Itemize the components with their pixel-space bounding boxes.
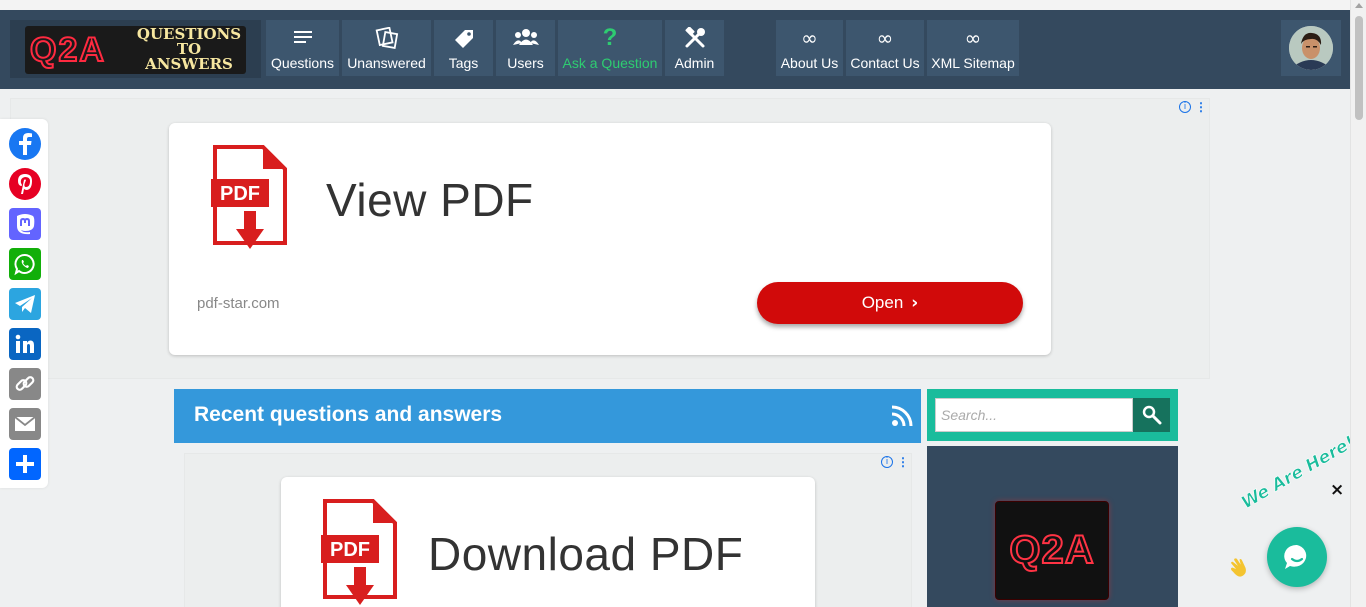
nav-xml-sitemap[interactable]: ∞ XML Sitemap [927,20,1019,76]
list-icon [266,27,339,49]
site-header: Q2A QUESTIONS TO ANSWERS Questions Unans… [0,10,1350,89]
nav-unanswered[interactable]: Unanswered [342,20,431,76]
nav-ask-question[interactable]: ? Ask a Question [558,20,662,76]
chat-close-icon[interactable]: × [1330,482,1344,499]
logo-image: Q2A QUESTIONS TO ANSWERS [25,26,246,74]
rss-icon[interactable] [891,405,913,427]
logo-short-text: Q2A [29,30,106,70]
users-icon [496,27,555,49]
facebook-icon[interactable] [9,128,41,160]
search-button[interactable] [1133,398,1170,432]
nav-xml-sitemap-label: XML Sitemap [931,55,1015,71]
whatsapp-icon[interactable] [9,248,41,280]
nav-admin-label: Admin [674,55,715,71]
nav-admin[interactable]: Admin [665,20,724,76]
ad-choices[interactable]: i ⋮ [881,456,909,468]
unanswered-icon [342,27,431,49]
chat-launcher-button[interactable] [1267,527,1327,587]
tools-icon [665,27,724,49]
sidebar-logo[interactable]: Q2A [995,501,1109,600]
search-icon [1142,405,1161,425]
pinterest-icon[interactable] [9,168,41,200]
site-logo[interactable]: Q2A QUESTIONS TO ANSWERS [10,20,261,78]
ad-open-button-label: Open [861,293,904,312]
nav-users[interactable]: Users [496,20,555,76]
nav-contact-us[interactable]: ∞ Contact Us [846,20,924,76]
info-icon: i [1179,101,1191,113]
share-plus-icon[interactable] [9,448,41,480]
ad-card[interactable]: PDF View PDF pdf-star.com Open › [169,123,1051,355]
nav-tags[interactable]: Tags [434,20,493,76]
nav-contact-us-label: Contact Us [850,55,920,71]
search-panel [927,389,1178,441]
sidebar-logo-panel: Q2A [927,446,1178,607]
social-share-bar [0,119,48,488]
avatar [1289,26,1333,70]
nav-questions-label: Questions [270,55,335,71]
user-menu[interactable] [1281,20,1341,76]
logo-tagline-line: ANSWERS [145,55,233,73]
linkedin-icon[interactable] [9,328,41,360]
ad-card[interactable]: PDF Download PDF [281,477,815,607]
nav-unanswered-label: Unanswered [347,55,426,71]
ad-choices[interactable]: i ⋮ [1179,101,1207,113]
ad-title: View PDF [326,174,534,226]
ad-title: Download PDF [428,528,744,580]
infinity-icon: ∞ [964,26,982,50]
telegram-icon[interactable] [9,288,41,320]
infinity-icon: ∞ [801,26,818,50]
nav-questions[interactable]: Questions [266,20,339,76]
nav-tags-label: Tags [448,55,479,71]
question-mark-icon: ? [602,24,618,51]
pdf-icon-label: PDF [330,539,370,561]
nav-about-us-label: About Us [780,55,839,71]
ad-open-button[interactable]: Open › [757,282,1023,324]
chat-greeting-text: We Are Here! [1238,432,1359,514]
tag-icon [434,27,493,49]
search-input[interactable] [935,398,1133,432]
nav-about-us[interactable]: ∞ About Us [776,20,843,76]
chevron-right-icon: › [911,293,919,313]
mastodon-icon[interactable] [9,208,41,240]
ad-menu-icon: ⋮ [897,455,909,469]
scroll-up-arrow-icon[interactable] [1355,3,1363,8]
pdf-file-icon: PDF [321,499,397,605]
page-scrollbar[interactable] [1350,0,1366,607]
nav-ask-question-label: Ask a Question [562,55,658,71]
ad-domain: pdf-star.com [197,295,280,312]
ad-menu-icon: ⋮ [1195,100,1207,114]
section-header: Recent questions and answers [174,389,921,443]
email-icon[interactable] [9,408,41,440]
scrollbar-thumb[interactable] [1355,16,1363,120]
browser-top-strip [0,0,1350,10]
info-icon: i [881,456,893,468]
logo-tagline: QUESTIONS TO ANSWERS [133,27,245,72]
nav-users-label: Users [507,55,544,71]
waving-hand-icon [1224,552,1258,588]
chat-bubble-icon [1284,544,1307,569]
section-title: Recent questions and answers [194,403,503,426]
sidebar-logo-text: Q2A [1008,527,1095,573]
infinity-icon: ∞ [876,26,894,50]
pdf-file-icon: PDF [211,145,287,249]
pdf-icon-label: PDF [220,183,260,205]
copy-link-icon[interactable] [9,368,41,400]
